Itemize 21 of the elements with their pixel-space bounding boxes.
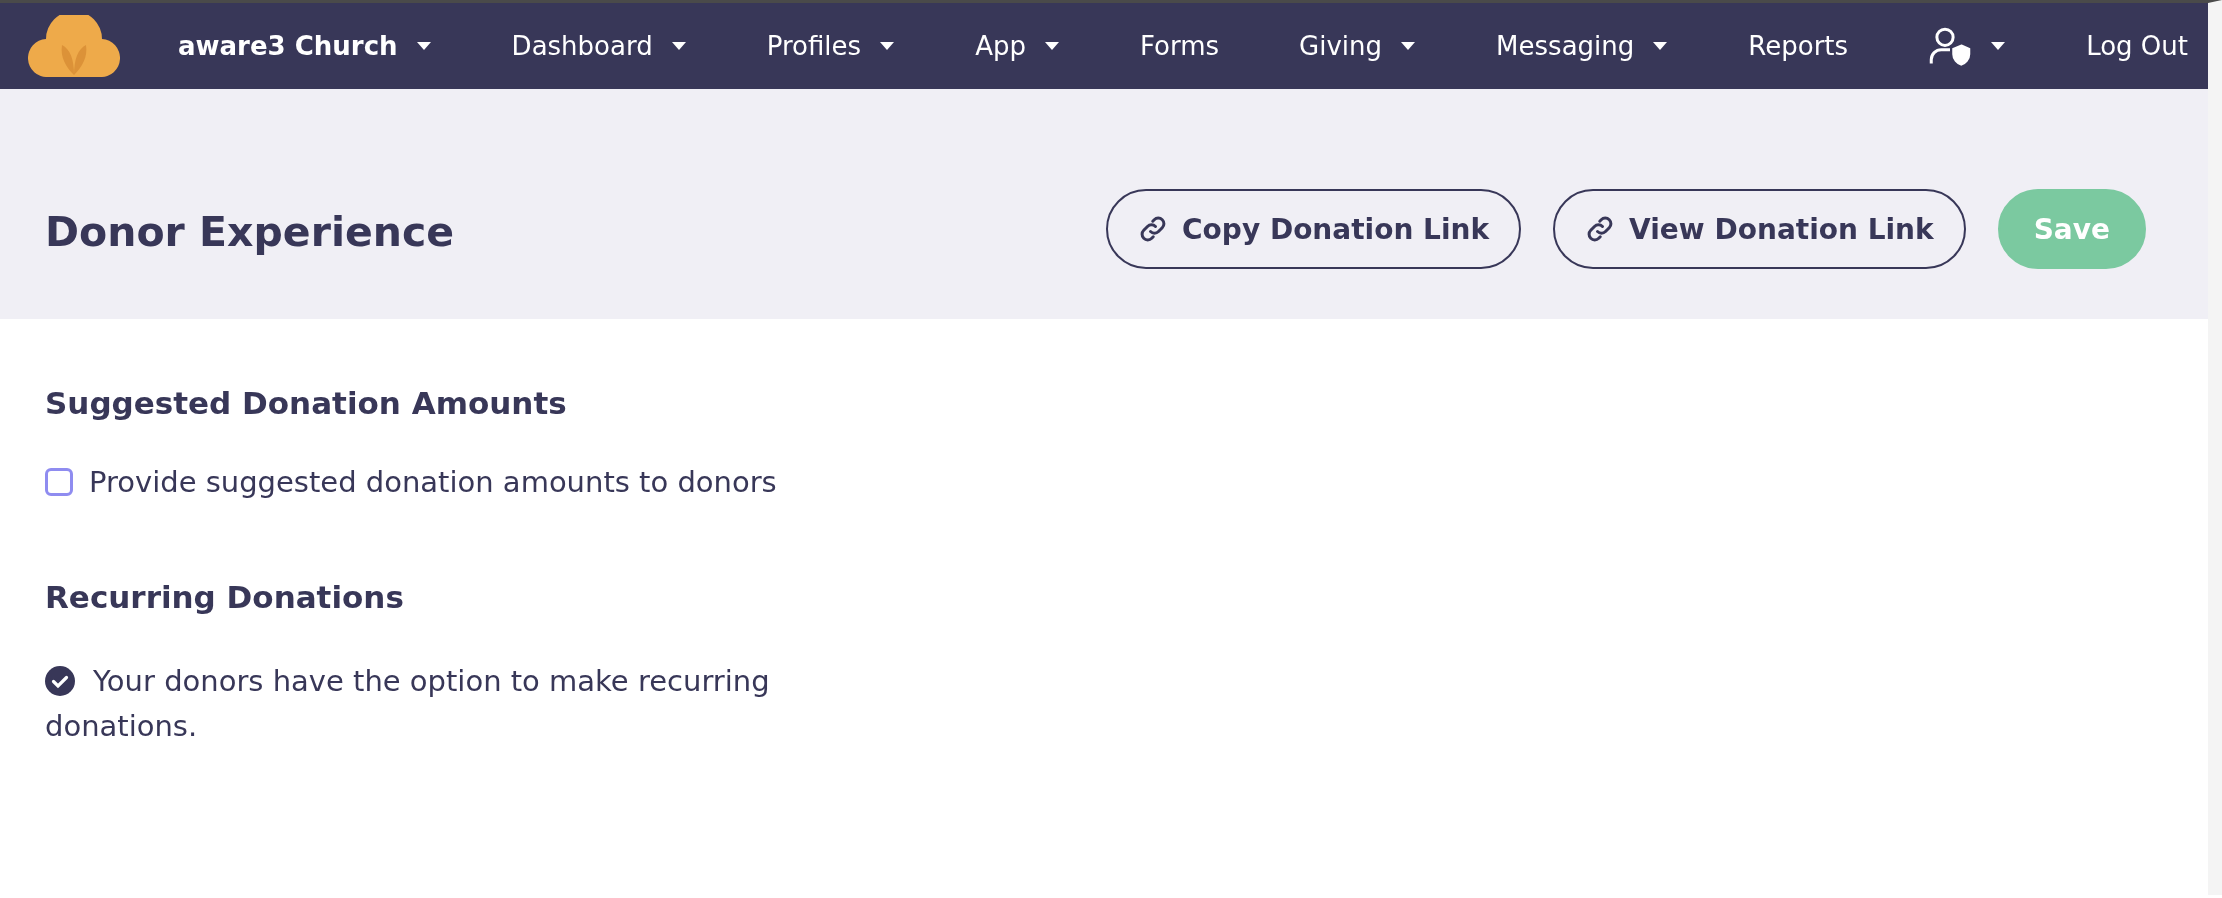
nav-item[interactable]: Reports — [1748, 31, 1849, 62]
cloud-logo-icon — [28, 15, 120, 78]
nav-item[interactable]: Profiles — [766, 31, 896, 62]
section-title: Recurring Donations — [45, 579, 405, 615]
nav-item[interactable]: App — [975, 31, 1060, 62]
link-button[interactable]: View Donation Link — [1553, 189, 1966, 270]
account-menu[interactable] — [1928, 26, 2007, 67]
info-text: Your donors have the option to make recurring donations. — [45, 663, 771, 745]
page-title: Donor Experience — [45, 208, 456, 257]
section-title: Suggested Donation Amounts — [45, 385, 568, 421]
organization-menu[interactable]: aware3 Church — [178, 31, 432, 62]
check-circle-icon — [45, 666, 75, 696]
nav-item[interactable]: Forms — [1140, 31, 1220, 62]
link-button[interactable]: Copy Donation Link — [1106, 189, 1522, 270]
nav-item[interactable]: Giving — [1299, 31, 1417, 62]
nav-item[interactable]: Dashboard — [511, 31, 687, 62]
user-shield-icon — [1928, 26, 1973, 67]
checkbox[interactable] — [45, 468, 73, 496]
nav-item[interactable]: Log Out — [2086, 31, 2188, 62]
checkbox-label: Provide suggested donation amounts to donors — [89, 465, 777, 499]
nav-item[interactable]: Messaging — [1496, 31, 1669, 62]
